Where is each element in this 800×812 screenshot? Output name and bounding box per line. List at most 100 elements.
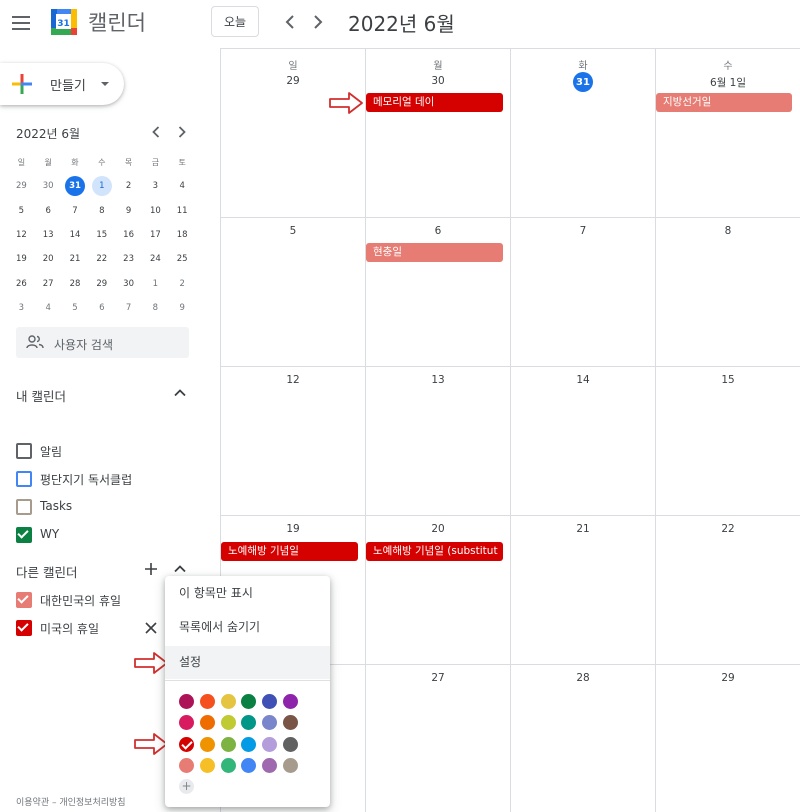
calendar-checkbox[interactable] bbox=[16, 499, 32, 515]
date-number[interactable]: 5 bbox=[221, 225, 365, 237]
mini-day[interactable]: 27 bbox=[35, 271, 62, 295]
mini-day[interactable]: 14 bbox=[62, 223, 89, 247]
color-swatch[interactable] bbox=[220, 736, 236, 752]
date-number[interactable]: 14 bbox=[511, 374, 655, 386]
calendar-checkbox[interactable] bbox=[16, 620, 32, 636]
date-number[interactable]: 29 bbox=[221, 75, 365, 87]
calendar-list-item[interactable]: 대한민국의 휴일 bbox=[16, 590, 121, 610]
color-swatch[interactable] bbox=[241, 736, 257, 752]
mini-day[interactable]: 5 bbox=[62, 296, 89, 320]
event-local-election[interactable]: 지방선거일 bbox=[656, 93, 792, 112]
mini-day[interactable]: 22 bbox=[88, 247, 115, 271]
date-number[interactable]: 13 bbox=[366, 374, 510, 386]
event-juneteenth-substitute[interactable]: 노예해방 기념일 (substitut bbox=[366, 542, 503, 561]
color-swatch[interactable] bbox=[220, 694, 236, 709]
mini-day[interactable]: 29 bbox=[8, 174, 35, 198]
color-swatch[interactable] bbox=[262, 757, 278, 773]
color-swatch[interactable] bbox=[220, 715, 236, 731]
date-number[interactable]: 7 bbox=[511, 225, 655, 237]
chevron-up-icon[interactable] bbox=[173, 386, 187, 400]
date-number[interactable]: 19 bbox=[221, 523, 365, 535]
date-number[interactable]: 28 bbox=[511, 672, 655, 684]
add-calendar-icon[interactable] bbox=[144, 562, 158, 576]
calendar-list-item[interactable]: 미국의 휴일 bbox=[16, 618, 99, 638]
mini-day[interactable]: 30 bbox=[35, 174, 62, 198]
color-swatch[interactable] bbox=[241, 694, 257, 709]
color-swatch[interactable] bbox=[199, 715, 215, 731]
calendar-list-item[interactable]: WY bbox=[16, 525, 59, 545]
mini-day[interactable]: 24 bbox=[142, 247, 169, 271]
date-number[interactable]: 22 bbox=[656, 523, 800, 535]
chevron-up-icon[interactable] bbox=[173, 562, 187, 576]
date-number[interactable]: 29 bbox=[656, 672, 800, 684]
mini-day[interactable]: 10 bbox=[142, 199, 169, 223]
mini-day[interactable]: 16 bbox=[115, 223, 142, 247]
calendar-checkbox[interactable] bbox=[16, 471, 32, 487]
color-swatch[interactable] bbox=[199, 694, 215, 709]
mini-day[interactable]: 7 bbox=[62, 199, 89, 223]
color-swatch[interactable] bbox=[241, 757, 257, 773]
mini-day[interactable]: 6 bbox=[88, 296, 115, 320]
color-swatch[interactable] bbox=[220, 757, 236, 773]
mini-day[interactable]: 7 bbox=[115, 296, 142, 320]
main-menu-icon[interactable] bbox=[12, 12, 34, 34]
color-swatch[interactable] bbox=[262, 694, 278, 709]
color-swatch[interactable] bbox=[283, 757, 298, 773]
color-swatch[interactable] bbox=[199, 757, 215, 773]
mini-day[interactable]: 8 bbox=[88, 199, 115, 223]
other-calendars-title[interactable]: 다른 캘린더 bbox=[16, 562, 77, 581]
menu-hide-from-list[interactable]: 목록에서 숨기기 bbox=[165, 611, 330, 644]
mini-day[interactable]: 1 bbox=[88, 174, 115, 198]
calendar-checkbox[interactable] bbox=[16, 527, 32, 543]
date-number[interactable]: 6 bbox=[366, 225, 510, 237]
event-juneteenth[interactable]: 노예해방 기념일 bbox=[221, 542, 358, 561]
today-button[interactable]: 오늘 bbox=[211, 6, 259, 37]
mini-day[interactable]: 9 bbox=[169, 296, 196, 320]
mini-day[interactable]: 9 bbox=[115, 199, 142, 223]
mini-day[interactable]: 1 bbox=[142, 271, 169, 295]
mini-day[interactable]: 30 bbox=[115, 271, 142, 295]
people-search-input[interactable]: 사용자 검색 bbox=[16, 327, 189, 358]
color-swatch[interactable] bbox=[179, 757, 194, 773]
color-swatch[interactable] bbox=[179, 694, 194, 709]
mini-day[interactable]: 5 bbox=[8, 199, 35, 223]
mini-day[interactable]: 23 bbox=[115, 247, 142, 271]
mini-day[interactable]: 28 bbox=[62, 271, 89, 295]
date-number[interactable]: 27 bbox=[366, 672, 510, 684]
mini-day[interactable]: 3 bbox=[142, 174, 169, 198]
color-swatch[interactable] bbox=[283, 694, 298, 709]
mini-day[interactable]: 2 bbox=[169, 271, 196, 295]
mini-day[interactable]: 21 bbox=[62, 247, 89, 271]
menu-display-only-this[interactable]: 이 항목만 표시 bbox=[165, 577, 330, 610]
mini-day[interactable]: 31 bbox=[62, 174, 89, 198]
date-number[interactable]: 6월 1일 bbox=[656, 75, 800, 90]
next-month-button[interactable] bbox=[306, 10, 330, 34]
mini-next-button[interactable] bbox=[174, 124, 190, 140]
mini-day[interactable]: 25 bbox=[169, 247, 196, 271]
color-swatch[interactable] bbox=[283, 736, 298, 752]
color-swatch[interactable] bbox=[262, 715, 278, 731]
calendar-logo-icon[interactable]: 31 bbox=[50, 8, 78, 36]
date-number[interactable]: 21 bbox=[511, 523, 655, 535]
mini-day[interactable]: 26 bbox=[8, 271, 35, 295]
date-number[interactable]: 8 bbox=[656, 225, 800, 237]
date-number[interactable]: 20 bbox=[366, 523, 510, 535]
menu-settings[interactable]: 설정 bbox=[165, 646, 330, 679]
mini-day[interactable]: 20 bbox=[35, 247, 62, 271]
add-custom-color-button[interactable]: + bbox=[179, 779, 194, 794]
mini-day[interactable]: 8 bbox=[142, 296, 169, 320]
event-memorial-kr[interactable]: 현충일 bbox=[366, 243, 503, 262]
mini-day[interactable]: 11 bbox=[169, 199, 196, 223]
mini-day[interactable]: 15 bbox=[88, 223, 115, 247]
create-button[interactable]: 만들기 bbox=[0, 63, 124, 105]
mini-day[interactable]: 2 bbox=[115, 174, 142, 198]
mini-day[interactable]: 12 bbox=[8, 223, 35, 247]
event-memorial-day[interactable]: 메모리얼 데이 bbox=[366, 93, 503, 112]
color-swatch[interactable] bbox=[283, 715, 298, 731]
mini-day[interactable]: 4 bbox=[35, 296, 62, 320]
close-icon[interactable] bbox=[145, 622, 157, 634]
date-number[interactable]: 30 bbox=[366, 75, 510, 87]
mini-day[interactable]: 17 bbox=[142, 223, 169, 247]
calendar-checkbox[interactable] bbox=[16, 592, 32, 608]
calendar-checkbox[interactable] bbox=[16, 443, 32, 459]
